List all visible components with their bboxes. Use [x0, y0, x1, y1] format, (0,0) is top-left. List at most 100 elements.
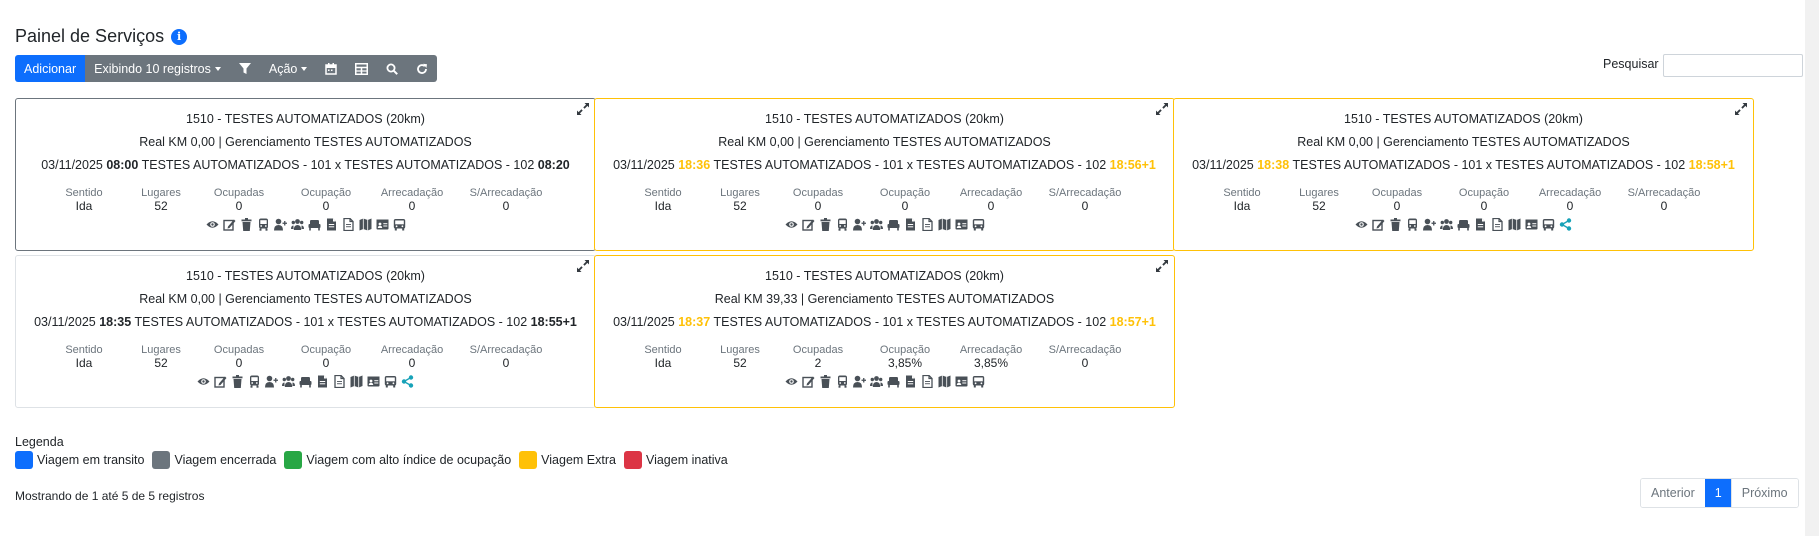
trip-date: 03/11/2025 — [613, 158, 675, 172]
user-plus-icon[interactable] — [1423, 218, 1436, 231]
seat-icon[interactable] — [1457, 218, 1470, 231]
document-icon[interactable] — [921, 375, 934, 388]
bus-front-icon[interactable] — [1406, 218, 1419, 231]
user-plus-icon[interactable] — [273, 218, 287, 231]
id-card-icon[interactable] — [376, 218, 389, 231]
map-icon[interactable] — [938, 375, 951, 388]
departure-time: 18:35 — [99, 315, 132, 329]
eye-icon[interactable] — [785, 375, 798, 388]
map-icon[interactable] — [359, 218, 372, 231]
info-icon[interactable]: i — [171, 28, 188, 45]
card-actions — [595, 375, 1174, 388]
bus-front-icon[interactable] — [836, 218, 849, 231]
edit-icon[interactable] — [1372, 218, 1385, 231]
action-dropdown[interactable]: Ação — [259, 55, 317, 82]
calendar-button[interactable] — [316, 55, 347, 82]
file-icon[interactable] — [1474, 218, 1487, 231]
search-input[interactable] — [1663, 54, 1803, 77]
file-icon[interactable] — [904, 375, 917, 388]
trash-icon[interactable] — [1389, 218, 1402, 231]
arrival-time: 18:55+1 — [530, 315, 577, 329]
users-icon[interactable] — [1440, 218, 1453, 231]
document-icon[interactable] — [1491, 218, 1504, 231]
route-info: Real KM 39,33 | Gerenciamento TESTES AUT… — [714, 292, 1055, 306]
id-card-icon[interactable] — [955, 375, 968, 388]
file-icon[interactable] — [316, 375, 329, 388]
eye-icon[interactable] — [1355, 218, 1368, 231]
page-title-text: Painel de Serviços — [15, 26, 165, 46]
show-records-dropdown[interactable]: Exibindo 10 registros — [85, 55, 230, 82]
previous-page-button[interactable]: Anterior — [1641, 479, 1705, 507]
users-icon[interactable] — [282, 375, 295, 388]
refresh-icon — [417, 63, 428, 74]
users-icon[interactable] — [869, 375, 883, 388]
records-info: Mostrando de 1 até 5 de 5 registros — [15, 489, 205, 503]
trip-date: 03/11/2025 — [613, 315, 675, 329]
id-card-icon[interactable] — [1525, 218, 1538, 231]
trash-icon[interactable] — [240, 218, 253, 231]
legend-item: Viagem inativa — [623, 451, 728, 469]
trip-route: TESTES AUTOMATIZADOS - 101 x TESTES AUTO… — [713, 315, 1107, 329]
scrollbar[interactable] — [1805, 0, 1819, 536]
eye-icon[interactable] — [785, 218, 798, 231]
page-1-button[interactable]: 1 — [1704, 479, 1731, 507]
document-icon[interactable] — [921, 218, 934, 231]
edit-icon[interactable] — [222, 218, 236, 231]
stat-label: S/Arrecadação — [1048, 344, 1122, 356]
share-icon[interactable] — [1559, 218, 1572, 231]
bus-front-icon[interactable] — [257, 218, 270, 231]
table-button[interactable] — [346, 55, 378, 82]
arrival-time: 08:20 — [537, 158, 570, 172]
seat-icon[interactable] — [887, 218, 900, 231]
bus-icon[interactable] — [384, 375, 397, 388]
document-icon[interactable] — [342, 218, 355, 231]
edit-icon[interactable] — [801, 218, 815, 231]
trash-icon[interactable] — [231, 375, 244, 388]
stat-label: S/Arrecadação — [469, 344, 543, 356]
stat-5: S/Arrecadação 0 — [1030, 187, 1140, 213]
legend-label: Viagem encerrada — [174, 453, 277, 467]
bus-icon[interactable] — [972, 375, 985, 388]
file-icon[interactable] — [904, 218, 917, 231]
arrival-time: 18:58+1 — [1688, 158, 1735, 172]
share-icon[interactable] — [401, 375, 414, 388]
refresh-button[interactable] — [407, 55, 438, 82]
user-plus-icon[interactable] — [852, 218, 866, 231]
filter-button[interactable] — [229, 55, 260, 82]
map-icon[interactable] — [350, 375, 363, 388]
bus-icon[interactable] — [972, 218, 985, 231]
stat-5: S/Arrecadação 0 — [1030, 344, 1140, 370]
document-icon[interactable] — [333, 375, 346, 388]
stat-value: 0 — [1081, 199, 1089, 213]
search-button[interactable] — [377, 55, 408, 82]
next-page-button[interactable]: Próximo — [1730, 479, 1798, 507]
card-actions — [595, 218, 1174, 231]
pagination: Anterior 1 Próximo — [1640, 478, 1799, 508]
seat-icon[interactable] — [308, 218, 321, 231]
trash-icon[interactable] — [819, 218, 832, 231]
users-icon[interactable] — [869, 218, 883, 231]
eye-icon[interactable] — [197, 375, 210, 388]
eye-icon[interactable] — [206, 218, 219, 231]
bus-icon[interactable] — [393, 218, 406, 231]
map-icon[interactable] — [938, 218, 951, 231]
user-plus-icon[interactable] — [852, 375, 866, 388]
seat-icon[interactable] — [887, 375, 900, 388]
bus-front-icon[interactable] — [248, 375, 261, 388]
arrival-time: 18:56+1 — [1109, 158, 1156, 172]
id-card-icon[interactable] — [367, 375, 380, 388]
bus-icon[interactable] — [1542, 218, 1555, 231]
edit-icon[interactable] — [801, 375, 815, 388]
seat-icon[interactable] — [299, 375, 312, 388]
user-plus-icon[interactable] — [265, 375, 278, 388]
map-icon[interactable] — [1508, 218, 1521, 231]
file-icon[interactable] — [325, 218, 338, 231]
users-icon[interactable] — [290, 218, 304, 231]
trash-icon[interactable] — [819, 375, 832, 388]
bus-front-icon[interactable] — [836, 375, 849, 388]
edit-icon[interactable] — [214, 375, 227, 388]
departure-time: 18:37 — [678, 315, 711, 329]
id-card-icon[interactable] — [955, 218, 968, 231]
route-info: Real KM 0,00 | Gerenciamento TESTES AUTO… — [1297, 135, 1630, 149]
add-button[interactable]: Adicionar — [15, 55, 86, 82]
